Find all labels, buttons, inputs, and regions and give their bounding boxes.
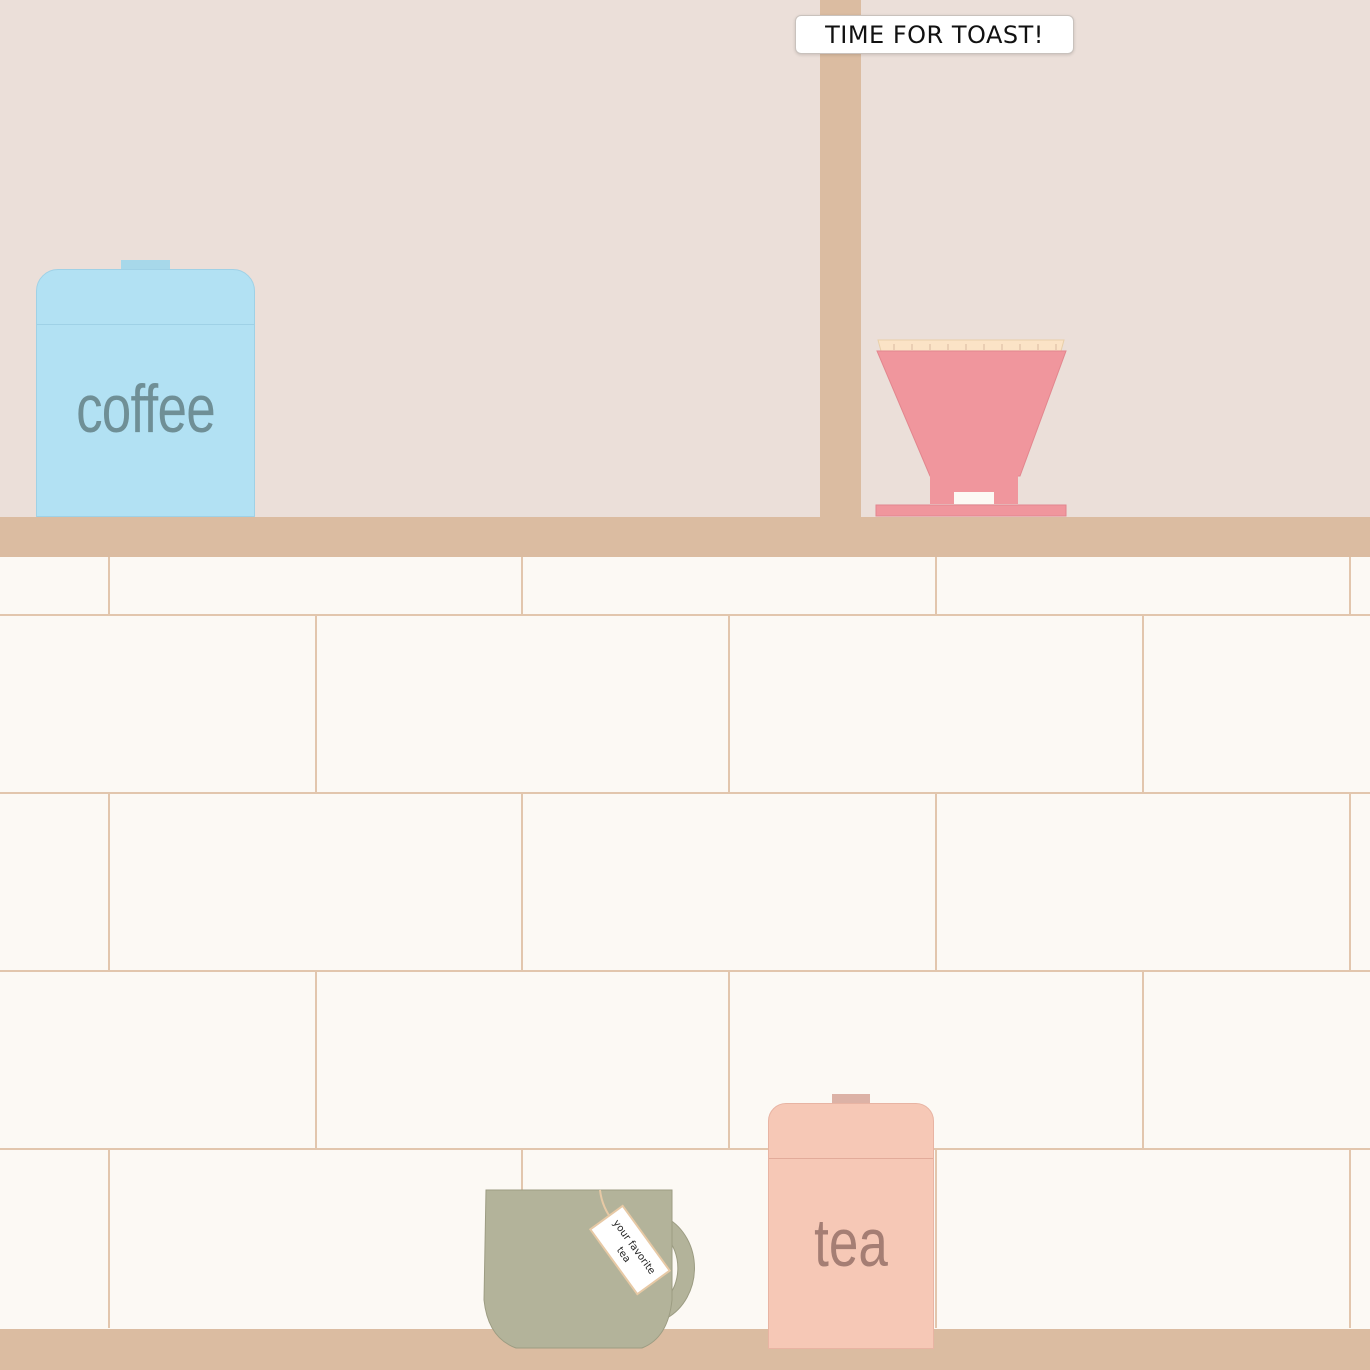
- tea-canister-body: tea: [768, 1103, 934, 1349]
- tea-canister[interactable]: tea: [768, 1103, 934, 1349]
- shelf-post: [820, 0, 861, 520]
- coffee-canister-label: coffee: [76, 371, 216, 447]
- dripper-window: [954, 492, 994, 504]
- time-for-toast-button[interactable]: TIME FOR TOAST!: [795, 15, 1074, 54]
- pour-over-dripper[interactable]: [874, 336, 1070, 520]
- coffee-filter: [877, 339, 1065, 352]
- tea-mug[interactable]: your favorite tea: [482, 1188, 722, 1352]
- dripper-base: [875, 504, 1067, 517]
- tile-row: [0, 557, 1370, 615]
- tea-canister-lid-seam: [769, 1158, 933, 1159]
- coffee-canister-lid-seam: [37, 324, 254, 325]
- coffee-canister-body: coffee: [36, 269, 255, 517]
- tile-row: [0, 970, 1370, 1150]
- shelf: [0, 517, 1370, 557]
- coffee-canister[interactable]: coffee: [36, 269, 255, 517]
- dripper-cone: [876, 350, 1067, 477]
- tile-row: [0, 792, 1370, 972]
- tile-row: [0, 614, 1370, 794]
- tea-canister-label: tea: [814, 1205, 888, 1281]
